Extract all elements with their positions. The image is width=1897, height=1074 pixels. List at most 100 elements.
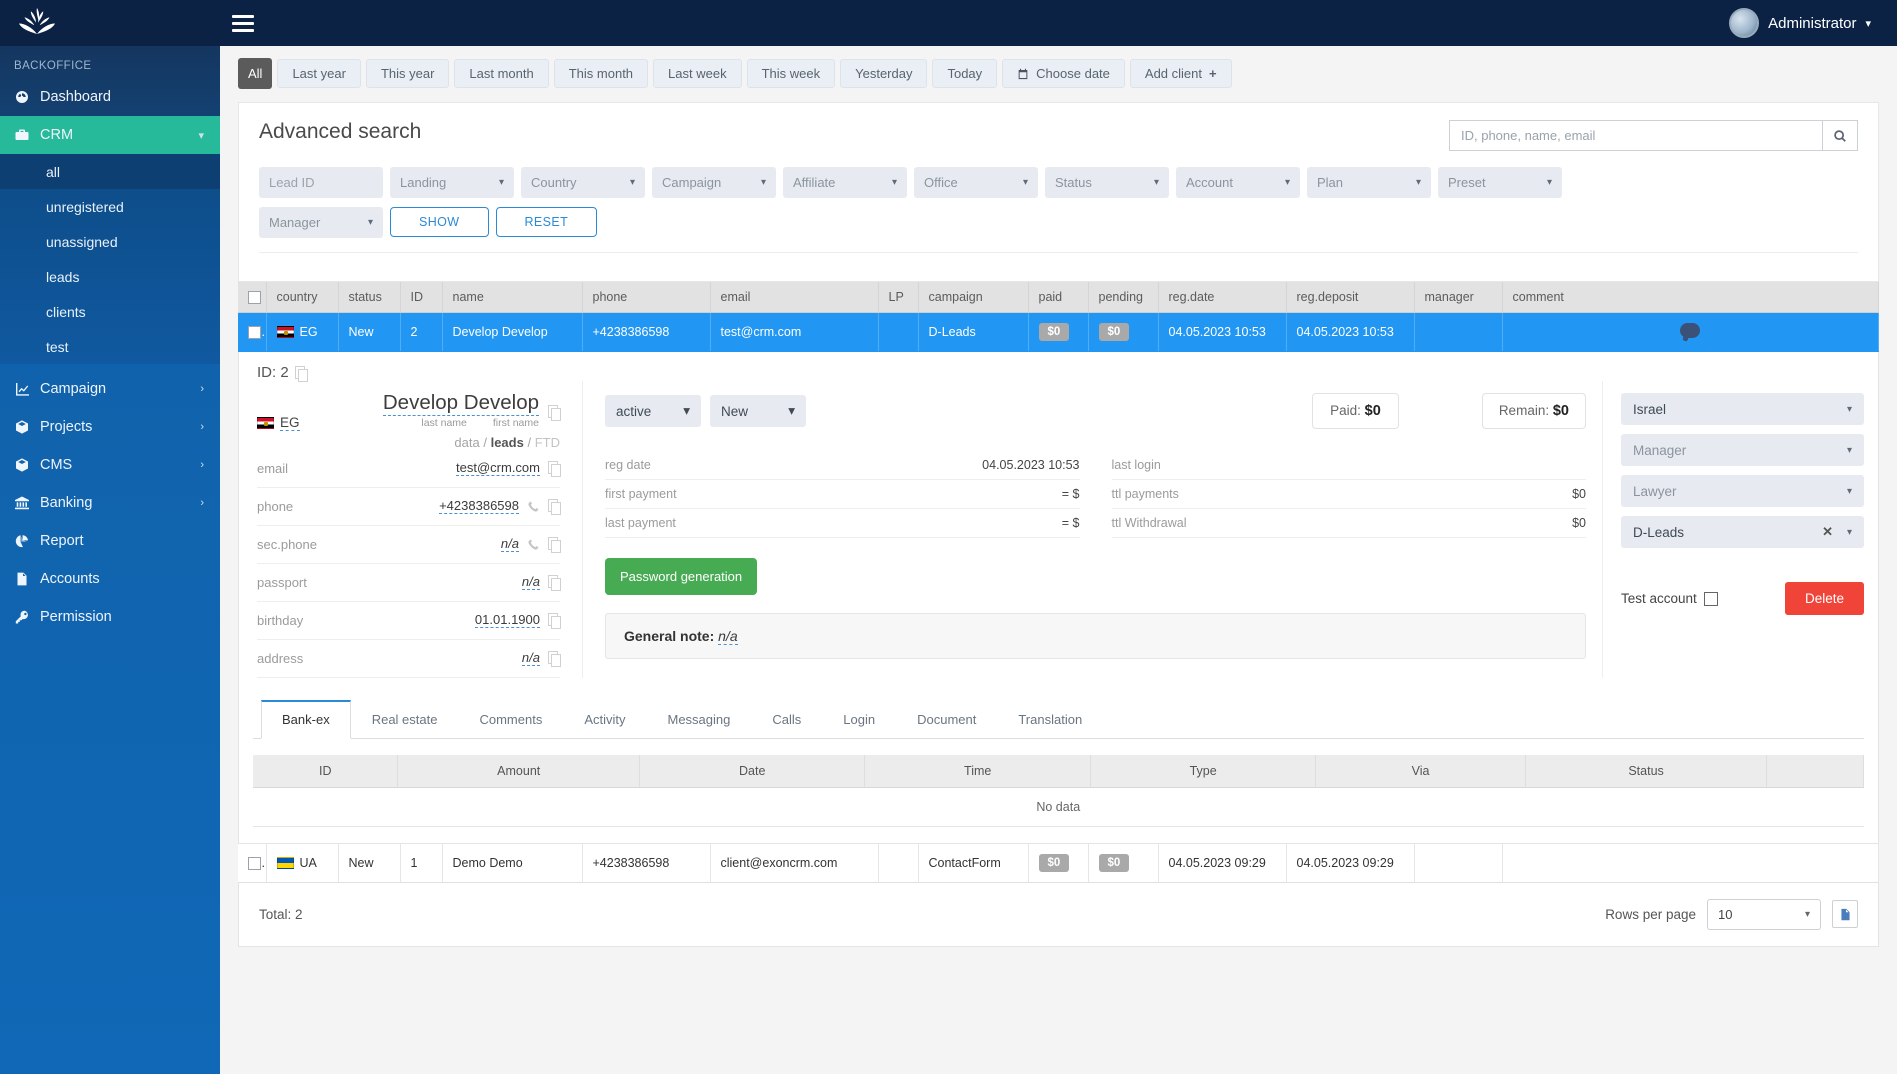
th-country[interactable]: country [266, 282, 339, 314]
filter-last-month[interactable]: Last month [454, 59, 549, 88]
row-checkbox-cell[interactable] [238, 843, 267, 883]
manager-assign-select[interactable]: Manager ▾ [1621, 434, 1864, 467]
cell-comment[interactable] [1502, 312, 1879, 353]
filter-this-month[interactable]: This month [553, 59, 649, 88]
comment-bubble-icon[interactable] [1680, 323, 1701, 339]
sidebar-item-leads[interactable]: leads [0, 259, 220, 294]
sidebar-item-report[interactable]: Report [0, 522, 220, 560]
app-logo[interactable] [0, 0, 74, 46]
row-checkbox-cell[interactable] [238, 312, 267, 353]
th-reg-date[interactable]: reg.date [1158, 282, 1287, 314]
field-value[interactable]: test@crm.com [456, 460, 540, 477]
th-reg-deposit[interactable]: reg.deposit [1286, 282, 1415, 314]
export-button[interactable] [1832, 900, 1858, 929]
sidebar-item-projects[interactable]: Projects › [0, 408, 220, 446]
copy-icon[interactable] [548, 613, 561, 630]
sidebar-item-test[interactable]: test [0, 329, 220, 364]
filter-this-week[interactable]: This week [746, 59, 836, 88]
th-phone[interactable]: phone [582, 282, 711, 314]
landing-select[interactable]: Landing ▾ [390, 167, 514, 198]
filter-last-year[interactable]: Last year [277, 59, 361, 88]
field-value[interactable]: 01.01.1900 [474, 612, 540, 629]
campaign-assign-select[interactable]: D-Leads ✕ ▾ [1621, 516, 1864, 549]
show-button[interactable]: SHOW [390, 207, 489, 237]
account-state-select[interactable]: active ▾ [605, 395, 701, 428]
plan-select[interactable]: Plan ▾ [1307, 167, 1431, 198]
lawyer-assign-select[interactable]: Lawyer ▾ [1621, 475, 1864, 508]
search-input[interactable] [1449, 120, 1822, 151]
user-menu[interactable]: Administrator ▾ [1729, 8, 1897, 38]
sidebar-item-unassigned[interactable]: unassigned [0, 224, 220, 259]
filter-today[interactable]: Today [932, 59, 998, 88]
sidebar-item-all[interactable]: all [0, 154, 220, 189]
th-id[interactable]: ID [400, 282, 443, 314]
preset-select[interactable]: Preset ▾ [1438, 167, 1562, 198]
th-email[interactable]: email [710, 282, 879, 314]
filter-this-year[interactable]: This year [365, 59, 450, 88]
tab-activity[interactable]: Activity [563, 700, 646, 739]
copy-icon[interactable] [548, 499, 561, 516]
tab-document[interactable]: Document [896, 700, 997, 739]
table-row[interactable]: UA New 1 Demo Demo +4238386598 client@ex… [238, 843, 1879, 883]
field-value[interactable]: n/a [521, 574, 540, 591]
sidebar-item-clients[interactable]: clients [0, 294, 220, 329]
rows-per-page-select[interactable]: 10 ▾ [1707, 898, 1821, 930]
add-client-button[interactable]: Add client + [1129, 59, 1232, 88]
sidebar-item-dashboard[interactable]: Dashboard [0, 78, 220, 116]
sidebar-item-permission[interactable]: Permission [0, 598, 220, 636]
phone-icon[interactable] [527, 538, 540, 551]
th-name[interactable]: name [442, 282, 583, 314]
crumb-leads[interactable]: leads [491, 435, 524, 450]
delete-button[interactable]: Delete [1784, 582, 1864, 616]
phone-icon[interactable] [527, 500, 540, 513]
test-account-checkbox[interactable] [1703, 591, 1718, 606]
tab-messaging[interactable]: Messaging [647, 700, 752, 739]
hamburger-icon[interactable] [232, 14, 254, 32]
tab-comments[interactable]: Comments [458, 700, 563, 739]
general-note-value[interactable]: n/a [718, 628, 738, 646]
row-checkbox[interactable] [248, 326, 261, 340]
crumb-ftd[interactable]: FTD [535, 435, 560, 450]
tab-translation[interactable]: Translation [997, 700, 1103, 739]
filter-last-week[interactable]: Last week [653, 59, 742, 88]
office-assign-select[interactable]: Israel ▾ [1621, 393, 1864, 426]
tab-calls[interactable]: Calls [751, 700, 822, 739]
sidebar-item-banking[interactable]: Banking › [0, 484, 220, 522]
lead-status-select[interactable]: New ▾ [710, 395, 806, 428]
tab-bank-ex[interactable]: Bank-ex [261, 699, 351, 739]
th-campaign[interactable]: campaign [918, 282, 1029, 314]
office-select[interactable]: Office ▾ [914, 167, 1038, 198]
copy-icon[interactable] [548, 651, 561, 668]
detail-full-name[interactable]: Develop Develop [382, 391, 539, 416]
search-button[interactable] [1822, 120, 1858, 151]
th-comment[interactable]: comment [1502, 282, 1879, 314]
affiliate-select[interactable]: Affiliate ▾ [783, 167, 907, 198]
copy-icon[interactable] [294, 365, 308, 382]
copy-icon[interactable] [548, 537, 561, 554]
copy-icon[interactable] [548, 575, 561, 592]
select-all-checkbox[interactable] [248, 291, 261, 305]
th-lp[interactable]: LP [878, 282, 919, 314]
row-checkbox[interactable] [248, 856, 261, 870]
clear-icon[interactable]: ✕ [1822, 524, 1833, 540]
th-pending[interactable]: pending [1088, 282, 1159, 314]
select-all-cell[interactable] [238, 282, 267, 314]
password-generation-button[interactable]: Password generation [605, 558, 758, 596]
field-value[interactable]: n/a [521, 650, 540, 667]
th-status[interactable]: status [338, 282, 401, 314]
tab-real-estate[interactable]: Real estate [351, 700, 459, 739]
filter-yesterday[interactable]: Yesterday [840, 59, 928, 88]
crumb-data[interactable]: data [454, 435, 479, 450]
reset-button[interactable]: RESET [495, 207, 598, 237]
detail-country[interactable]: EG [257, 391, 300, 432]
copy-icon[interactable] [548, 405, 561, 422]
status-select[interactable]: Status ▾ [1045, 167, 1169, 198]
filter-all[interactable]: All [238, 58, 273, 89]
account-select[interactable]: Account ▾ [1176, 167, 1300, 198]
lead-id-input[interactable]: Lead ID [259, 167, 383, 198]
sidebar-item-crm[interactable]: CRM ▾ [0, 116, 220, 154]
sidebar-item-campaign[interactable]: Campaign › [0, 370, 220, 408]
field-value[interactable]: +4238386598 [439, 498, 519, 515]
th-manager[interactable]: manager [1414, 282, 1503, 314]
copy-icon[interactable] [548, 461, 561, 478]
